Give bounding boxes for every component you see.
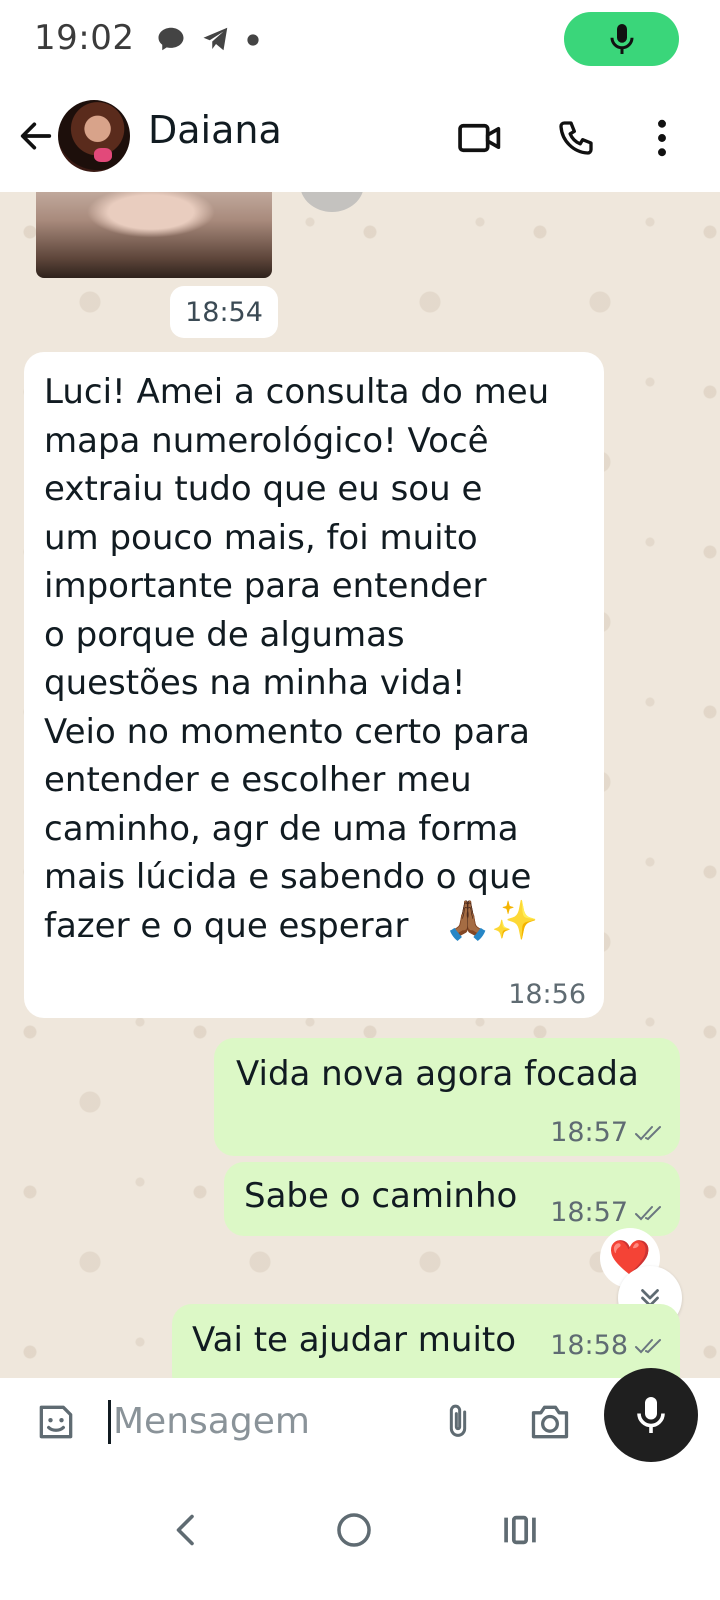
forward-button[interactable] — [300, 192, 364, 212]
telegram-icon — [200, 24, 232, 58]
outgoing-message-text: Vida nova agora focada — [236, 1054, 639, 1094]
outgoing-message-time: 18:57 — [550, 1197, 628, 1228]
incoming-message-bubble[interactable]: Luci! Amei a consulta do meu mapa numero… — [24, 352, 604, 1018]
image-message[interactable] — [36, 192, 272, 278]
mic-indicator-icon — [610, 24, 633, 54]
dot-icon — [246, 32, 260, 51]
outgoing-message-text: Sabe o caminho — [244, 1176, 518, 1216]
double-check-icon — [635, 1205, 661, 1220]
outgoing-message-meta: 18:57 — [550, 1197, 666, 1228]
status-icons — [156, 24, 260, 58]
phone-call-icon[interactable] — [550, 112, 602, 164]
nav-home-icon[interactable] — [324, 1500, 384, 1560]
incoming-message-time: 18:56 — [508, 979, 586, 1010]
message-input-field[interactable]: Mensagem — [12, 1378, 592, 1466]
outgoing-message-time: 18:58 — [550, 1330, 628, 1361]
voice-record-button[interactable] — [604, 1368, 698, 1462]
message-input-placeholder[interactable]: Mensagem — [108, 1400, 310, 1444]
system-nav-bar — [0, 1470, 720, 1600]
chat-header: Daiana — [0, 86, 720, 192]
chat-area[interactable]: 18:54 Luci! Amei a consulta do meu mapa … — [0, 192, 720, 1378]
outgoing-message-text: Vai te ajudar muito — [192, 1320, 517, 1360]
mic-in-use-indicator[interactable] — [564, 12, 679, 66]
outgoing-message-time: 18:57 — [550, 1117, 628, 1148]
contact-name[interactable]: Daiana — [148, 108, 282, 152]
nav-recents-icon[interactable] — [490, 1500, 550, 1560]
outgoing-message-bubble[interactable]: Sabe o caminho 18:57 — [224, 1162, 680, 1236]
outgoing-message-bubble[interactable]: Vai te ajudar muito 18:58 — [172, 1304, 680, 1378]
message-input-bar: Mensagem — [0, 1368, 720, 1470]
attach-icon[interactable] — [438, 1400, 478, 1448]
outgoing-message-bubble[interactable]: Vida nova agora focada 18:57 — [214, 1038, 680, 1156]
nav-back-icon[interactable] — [156, 1500, 216, 1560]
sticker-icon[interactable] — [34, 1400, 78, 1448]
double-check-icon — [635, 1338, 661, 1353]
avatar[interactable] — [58, 100, 130, 172]
camera-icon[interactable] — [528, 1400, 572, 1448]
double-check-icon — [635, 1125, 661, 1140]
mic-icon — [637, 1397, 665, 1433]
outgoing-message-meta: 18:58 — [550, 1330, 666, 1361]
status-time: 19:02 — [34, 18, 135, 58]
status-bar: 19:02 — [0, 0, 720, 86]
message-emojis: 🙏🏾✨ — [444, 898, 539, 942]
incoming-message-text: Luci! Amei a consulta do meu mapa numero… — [44, 372, 550, 946]
back-arrow-icon[interactable] — [12, 112, 60, 160]
video-call-icon[interactable] — [454, 112, 506, 164]
image-message-time: 18:54 — [170, 286, 278, 338]
more-options-icon[interactable] — [636, 112, 688, 164]
chat-bubble-icon — [156, 24, 186, 58]
outgoing-message-meta: 18:57 — [550, 1117, 666, 1148]
